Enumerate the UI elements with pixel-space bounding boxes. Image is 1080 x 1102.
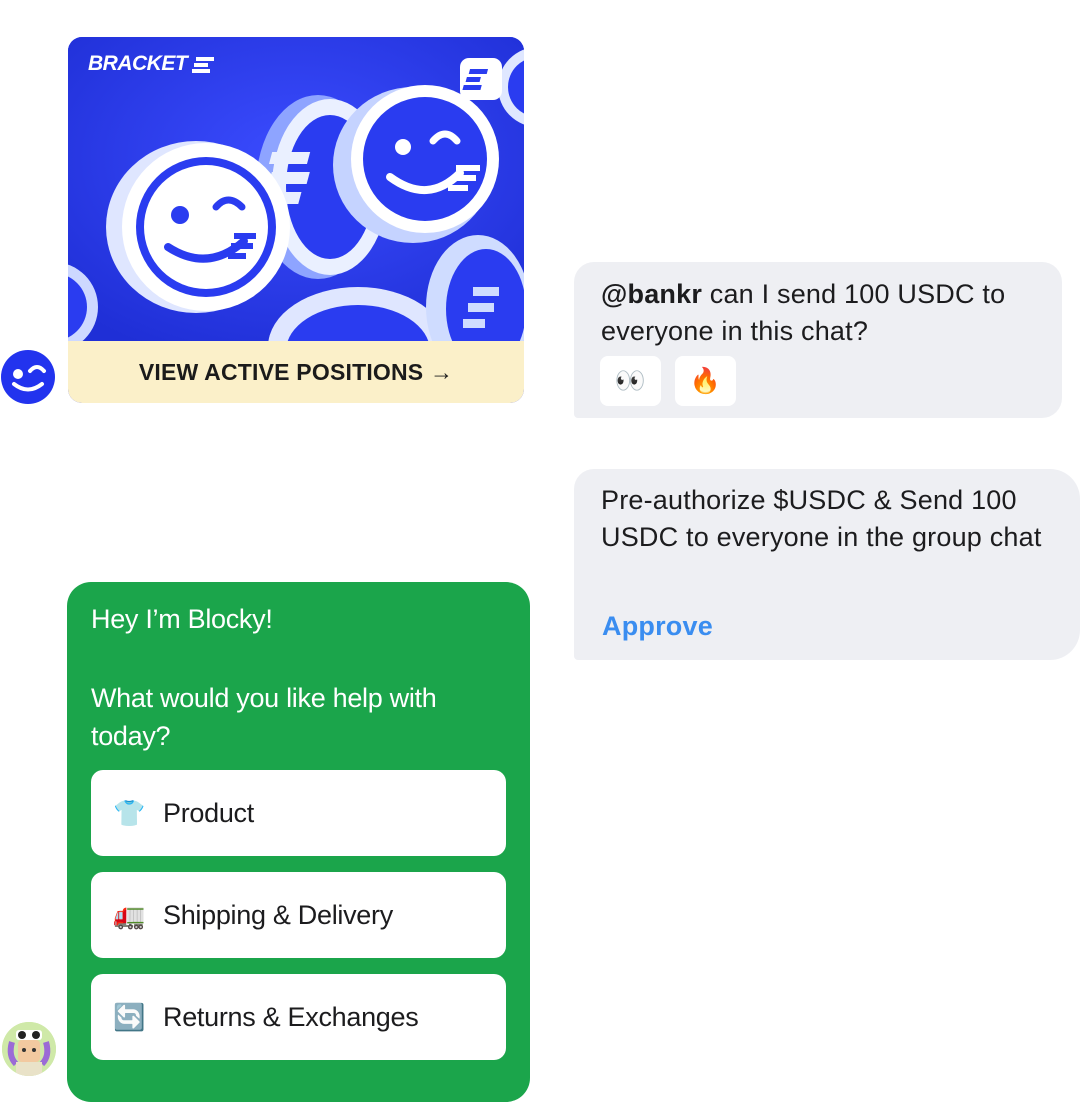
option-label: Returns & Exchanges	[163, 1001, 419, 1032]
reaction-eyes[interactable]: 👀	[600, 356, 661, 406]
refresh-icon: 🔄	[113, 1001, 146, 1032]
bankr-request-message: @bankr can I send 100 USDC to everyone i…	[574, 262, 1062, 418]
message-text: Pre-authorize $USDC & Send 100 USDC to e…	[601, 485, 1042, 552]
option-returns-button[interactable]: 🔄 Returns & Exchanges	[91, 974, 506, 1060]
reaction-fire[interactable]: 🔥	[675, 356, 736, 406]
blocky-avatar	[2, 1022, 56, 1076]
bracket-banner-image	[68, 37, 524, 341]
blocky-question: What would you like help with today?	[91, 683, 437, 751]
bracket-logo-icon	[192, 57, 214, 73]
option-label: Product	[163, 797, 254, 828]
blocky-greeting: Hey I’m Blocky!	[91, 604, 273, 634]
message-text: @bankr can I send 100 USDC to everyone i…	[601, 279, 1006, 346]
option-shipping-button[interactable]: 🚛 Shipping & Delivery	[91, 872, 506, 958]
view-active-positions-button[interactable]: VIEW ACTIVE POSITIONS →	[68, 341, 524, 403]
option-product-button[interactable]: 👕 Product	[91, 770, 506, 856]
bracket-promo-card[interactable]: BRACKET VIEW ACTIVE POSITIONS →	[68, 37, 524, 403]
shirt-icon: 👕	[113, 797, 146, 828]
wink-emoji-avatar-icon	[1, 350, 55, 404]
bracket-logo: BRACKET	[88, 52, 188, 75]
mention-bankr[interactable]: @bankr	[601, 279, 702, 309]
preauthorize-message: Pre-authorize $USDC & Send 100 USDC to e…	[574, 469, 1080, 660]
option-label: Shipping & Delivery	[163, 899, 393, 930]
truck-icon: 🚛	[113, 899, 146, 930]
bracket-app-icon	[460, 58, 502, 100]
approve-button[interactable]: Approve	[602, 608, 713, 645]
blocky-help-card: Hey I’m Blocky! What would you like help…	[67, 582, 530, 1102]
